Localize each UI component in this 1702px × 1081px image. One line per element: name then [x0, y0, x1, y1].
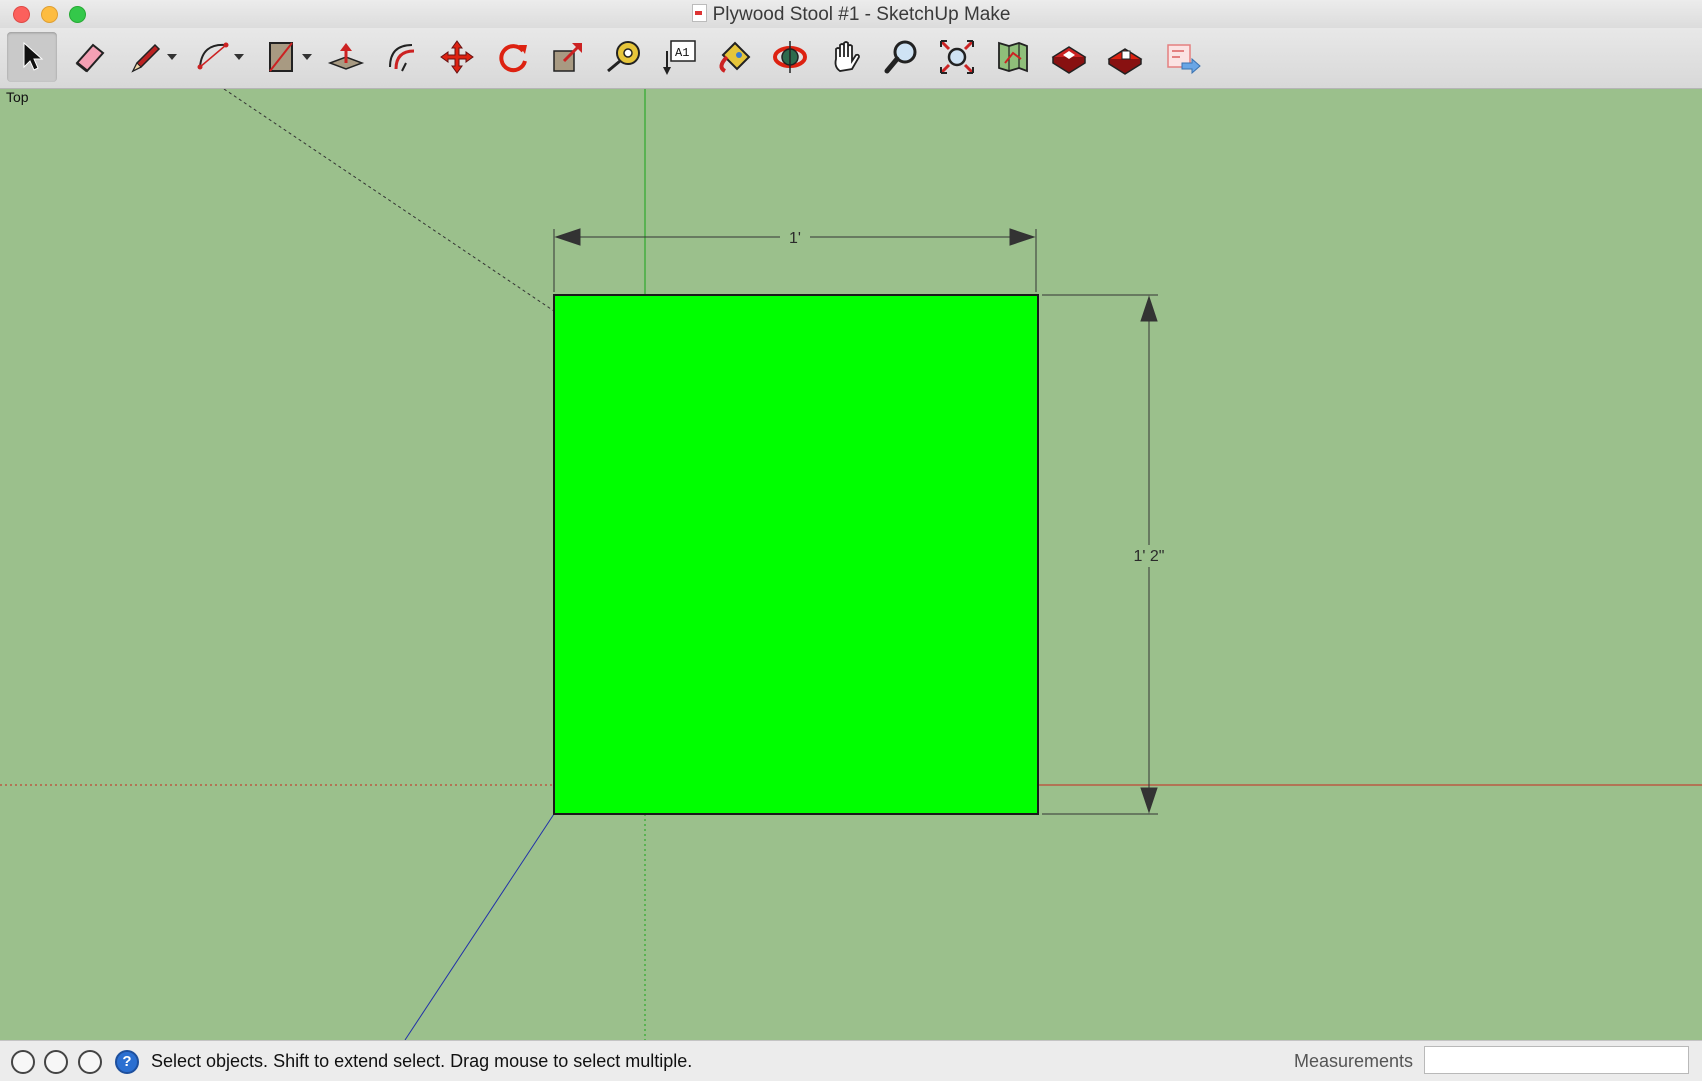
add-location-tool-button[interactable]: [988, 32, 1038, 82]
eraser-tool-button[interactable]: [64, 32, 114, 82]
text-icon: A1: [663, 40, 696, 75]
geo-location-icon[interactable]: [11, 1050, 35, 1074]
status-bar: ? Select objects. Shift to extend select…: [0, 1040, 1702, 1081]
document-icon: [691, 4, 707, 22]
width-arrow-right: [1009, 228, 1036, 246]
hand-icon: [834, 41, 860, 72]
inference-guide-line: [223, 89, 555, 312]
shapes-tool-button[interactable]: [257, 32, 307, 82]
3d-warehouse-button[interactable]: [1044, 32, 1094, 82]
arrow-cursor-icon: [23, 41, 44, 71]
eraser-icon: [75, 43, 105, 73]
arc-tool-button[interactable]: [189, 32, 239, 82]
zoom-tool-button[interactable]: [876, 32, 926, 82]
modeling-viewport[interactable]: 1' 1' 2" Top: [0, 89, 1702, 1040]
send-to-layout-icon: [1167, 44, 1201, 75]
measurements-label: Measurements: [1294, 1051, 1414, 1071]
paint-bucket-icon: [719, 41, 751, 73]
measurements-input[interactable]: [1424, 1046, 1689, 1074]
pencil-icon: [131, 43, 161, 73]
arc-tool-dropdown-arrow[interactable]: [234, 54, 244, 60]
extension-warehouse-icon: [1107, 48, 1143, 75]
tape-measure-icon: [607, 41, 640, 73]
width-dimension-label[interactable]: 1': [789, 230, 801, 247]
title-bar: Plywood Stool #1 - SketchUp Make: [0, 0, 1702, 28]
zoom-extents-tool-button[interactable]: [932, 32, 982, 82]
pan-tool-button[interactable]: [821, 32, 871, 82]
credits-icon[interactable]: [44, 1050, 68, 1074]
text-tool-button[interactable]: A1: [654, 32, 704, 82]
move-tool-button[interactable]: [432, 32, 482, 82]
window-title-text: Plywood Stool #1 - SketchUp Make: [712, 4, 1011, 25]
push-pull-tool-button[interactable]: [321, 32, 371, 82]
main-toolbar: A1: [0, 28, 1702, 89]
height-dimension-label[interactable]: 1' 2": [1134, 548, 1165, 565]
shapes-tool-dropdown-arrow[interactable]: [302, 54, 312, 60]
plywood-face[interactable]: [553, 294, 1039, 815]
line-tool-dropdown-arrow[interactable]: [167, 54, 177, 60]
window-title: Plywood Stool #1 - SketchUp Make: [0, 4, 1702, 26]
send-to-layout-button[interactable]: [1157, 32, 1207, 82]
scene-canvas[interactable]: 1' 1' 2": [0, 89, 1702, 1040]
orbit-icon: [773, 41, 807, 73]
rectangle-icon: [269, 42, 293, 72]
scene-view-label: Top: [6, 89, 29, 105]
warehouse-icon: [1051, 46, 1087, 74]
line-tool-button[interactable]: [122, 32, 172, 82]
select-tool-button[interactable]: [7, 32, 57, 82]
user-account-icon[interactable]: [78, 1050, 102, 1074]
height-arrow-bottom: [1140, 787, 1158, 814]
push-pull-icon: [327, 43, 365, 70]
tape-measure-tool-button[interactable]: [599, 32, 649, 82]
arc-icon: [197, 42, 229, 70]
zoom-extents-icon: [939, 39, 975, 75]
scale-icon: [553, 43, 582, 72]
blue-axis: [404, 813, 555, 1040]
offset-icon: [389, 44, 415, 72]
offset-tool-button[interactable]: [377, 32, 427, 82]
rotate-tool-button[interactable]: [488, 32, 538, 82]
help-icon[interactable]: ?: [115, 1050, 139, 1074]
orbit-tool-button[interactable]: [765, 32, 815, 82]
height-arrow-top: [1140, 295, 1158, 322]
width-arrow-left: [554, 228, 581, 246]
status-message: Select objects. Shift to extend select. …: [151, 1051, 693, 1071]
rotate-icon: [499, 44, 527, 73]
magnifier-icon: [884, 40, 917, 74]
text-tool-label: A1: [675, 46, 689, 60]
scale-tool-button[interactable]: [543, 32, 593, 82]
extension-warehouse-button[interactable]: [1100, 32, 1150, 82]
paint-bucket-tool-button[interactable]: [710, 32, 760, 82]
move-icon: [440, 40, 474, 74]
map-location-icon: [998, 41, 1028, 73]
